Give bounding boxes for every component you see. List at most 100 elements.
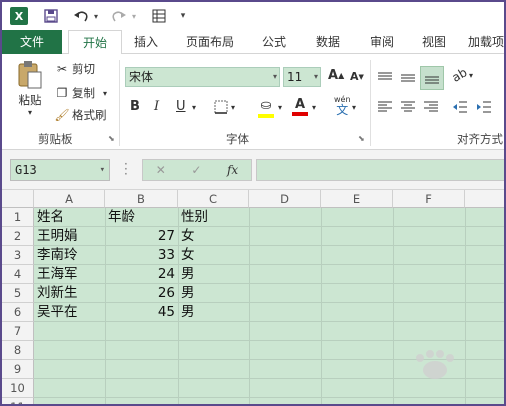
cut-button[interactable]: ✂ 剪切: [54, 60, 95, 78]
font-group-label: 字体: [226, 132, 249, 146]
italic-button[interactable]: I: [154, 99, 159, 114]
align-center-button[interactable]: [400, 100, 416, 114]
row-header[interactable]: 1: [2, 208, 34, 227]
font-name-dropdown-icon: ▾: [272, 72, 277, 81]
font-color-button[interactable]: A: [292, 97, 308, 116]
redo-dropdown-icon[interactable]: ▾: [130, 7, 138, 25]
cell-b4[interactable]: 24: [105, 265, 175, 283]
insert-function-button[interactable]: fx: [227, 163, 238, 177]
phonetic-dropdown-icon[interactable]: ▾: [352, 103, 356, 112]
cell-b2[interactable]: 27: [105, 227, 175, 245]
row-header[interactable]: 4: [2, 265, 34, 284]
clipboard-launcher-icon[interactable]: ⬊: [108, 134, 115, 143]
cell-c3[interactable]: 女: [181, 246, 195, 264]
decrease-indent-button[interactable]: [452, 100, 468, 114]
formula-input[interactable]: [256, 159, 504, 181]
watermark-logo: [390, 348, 490, 398]
cell-c6[interactable]: 男: [181, 303, 195, 321]
row-header[interactable]: 8: [2, 341, 34, 360]
column-header-b[interactable]: B: [105, 190, 178, 208]
column-header-e[interactable]: E: [321, 190, 393, 208]
align-middle-button[interactable]: [400, 68, 418, 88]
cell-a1[interactable]: 姓名: [37, 208, 64, 226]
tab-home[interactable]: 开始: [68, 30, 122, 55]
tab-page-layout[interactable]: 页面布局: [178, 30, 242, 54]
row-header[interactable]: 6: [2, 303, 34, 322]
cell-a5[interactable]: 刘新生: [37, 284, 78, 302]
grow-font-button[interactable]: A ▲: [328, 68, 344, 83]
cell-c4[interactable]: 男: [181, 265, 195, 283]
shrink-font-button[interactable]: A ▼: [350, 70, 364, 83]
align-bottom-button[interactable]: [420, 66, 444, 90]
worksheet-grid[interactable]: A B C D E F 1 2 3 4 5 6 7 8 9 10 11: [2, 190, 504, 404]
cell-a2[interactable]: 王明娟: [37, 227, 78, 245]
tab-formulas[interactable]: 公式: [254, 30, 294, 54]
ribbon-home: 粘贴 ▾ ✂ 剪切 ❐ 复制 ▾ 🖌 格式刷 剪贴板 ⬊ 宋体 ▾ 11 ▾ A…: [2, 54, 504, 150]
fill-color-dropdown-icon[interactable]: ▾: [278, 103, 282, 112]
confirm-entry-button[interactable]: ✓: [191, 163, 201, 177]
tab-review[interactable]: 审阅: [362, 30, 402, 54]
row-header[interactable]: 3: [2, 246, 34, 265]
tab-insert[interactable]: 插入: [126, 30, 166, 54]
column-header-g[interactable]: [465, 190, 504, 208]
align-center-icon: [401, 101, 415, 112]
tab-data[interactable]: 数据: [308, 30, 348, 54]
font-launcher-icon[interactable]: ⬊: [358, 134, 365, 143]
tab-file[interactable]: 文件: [2, 30, 62, 54]
fill-color-button[interactable]: ⛀: [258, 98, 274, 118]
cell-b6[interactable]: 45: [105, 303, 175, 321]
bold-button[interactable]: B: [130, 99, 140, 114]
undo-icon[interactable]: [72, 7, 90, 25]
cell-b3[interactable]: 33: [105, 246, 175, 264]
ribbon-separator: [119, 60, 120, 146]
increase-indent-button[interactable]: [476, 100, 492, 114]
form-icon[interactable]: [150, 7, 168, 25]
column-header-a[interactable]: A: [34, 190, 105, 208]
align-left-button[interactable]: [377, 100, 393, 114]
tab-view[interactable]: 视图: [414, 30, 454, 54]
cell-a4[interactable]: 王海军: [37, 265, 78, 283]
underline-button[interactable]: U: [176, 99, 186, 114]
format-painter-button[interactable]: 🖌 格式刷: [54, 106, 106, 124]
row-header[interactable]: 2: [2, 227, 34, 246]
font-size-select[interactable]: 11 ▾: [283, 67, 321, 87]
align-right-button[interactable]: [423, 100, 439, 114]
tab-add-ins[interactable]: 加载项: [464, 30, 504, 54]
row-header[interactable]: 11: [2, 398, 34, 404]
font-name-select[interactable]: 宋体 ▾: [125, 67, 280, 87]
border-button[interactable]: ▾: [214, 100, 235, 114]
name-box[interactable]: G13 ▾: [10, 159, 110, 181]
font-color-dropdown-icon[interactable]: ▾: [312, 103, 316, 112]
redo-icon[interactable]: [110, 7, 128, 25]
cell-a6[interactable]: 吴平在: [37, 303, 78, 321]
column-header-f[interactable]: F: [393, 190, 465, 208]
copy-button[interactable]: ❐ 复制 ▾: [54, 84, 107, 102]
cell-b1[interactable]: 年龄: [108, 208, 135, 226]
name-box-value: G13: [15, 163, 37, 177]
cell-b5[interactable]: 26: [105, 284, 175, 302]
excel-logo-icon: X: [10, 7, 28, 25]
column-header-d[interactable]: D: [249, 190, 321, 208]
name-box-dropdown-icon: ▾: [99, 165, 105, 175]
save-icon[interactable]: [42, 7, 60, 25]
select-all-corner[interactable]: [2, 190, 34, 208]
copy-dropdown-icon: ▾: [103, 88, 108, 98]
cell-a3[interactable]: 李南玲: [37, 246, 78, 264]
phonetic-button[interactable]: wén 文: [334, 95, 351, 116]
row-header[interactable]: 5: [2, 284, 34, 303]
cell-c2[interactable]: 女: [181, 227, 195, 245]
cell-c1[interactable]: 性别: [181, 208, 208, 226]
column-header-c[interactable]: C: [178, 190, 249, 208]
undo-dropdown-icon[interactable]: ▾: [92, 7, 100, 25]
cancel-entry-button[interactable]: ✕: [156, 163, 166, 177]
row-header[interactable]: 9: [2, 360, 34, 379]
align-top-button[interactable]: [377, 68, 395, 88]
cell-c5[interactable]: 男: [181, 284, 195, 302]
row-header[interactable]: 10: [2, 379, 34, 398]
orientation-button[interactable]: ab ▾: [450, 65, 473, 85]
paste-button[interactable]: 粘贴 ▾: [14, 60, 46, 120]
customize-qat-icon[interactable]: ▾: [178, 7, 188, 25]
underline-dropdown-icon[interactable]: ▾: [192, 103, 196, 112]
row-header[interactable]: 7: [2, 322, 34, 341]
align-top-icon: [378, 72, 392, 80]
